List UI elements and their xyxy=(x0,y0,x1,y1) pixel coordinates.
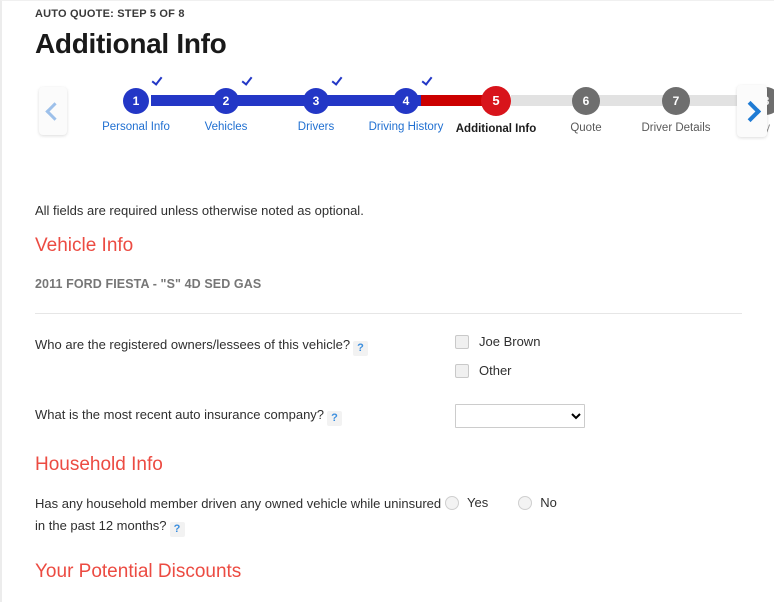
stepper-next-button[interactable] xyxy=(737,85,767,137)
quote-page: AUTO QUOTE: STEP 5 OF 8 Additional Info xyxy=(0,0,774,602)
step-label: Vehicles xyxy=(181,120,271,134)
checkbox-option[interactable]: Other xyxy=(455,363,754,378)
stepper-prev-button[interactable] xyxy=(39,87,67,135)
question-text: Who are the registered owners/lessees of… xyxy=(35,337,350,352)
question-uninsured-driving: Has any household member driven any owne… xyxy=(35,493,754,537)
question-prior-insurance-company: What is the most recent auto insurance c… xyxy=(35,404,754,428)
check-icon xyxy=(242,74,253,86)
radio-option-yes[interactable]: Yes xyxy=(445,495,488,510)
check-icon xyxy=(332,74,343,86)
stepper-step-additional-info[interactable]: 5 Additional Info xyxy=(451,82,541,136)
question-mark-icon[interactable]: ? xyxy=(353,341,368,356)
question-text: What is the most recent auto insurance c… xyxy=(35,407,324,422)
progress-stepper: 1 Personal Info 2 Vehicles 3 xyxy=(35,82,754,160)
step-number-badge: 5 xyxy=(481,86,511,116)
checkbox-input[interactable] xyxy=(455,364,469,378)
answer-group-radios: Yes No xyxy=(445,493,754,510)
step-number-badge: 3 xyxy=(303,88,329,114)
stepper-step-drivers[interactable]: 3 Drivers xyxy=(271,82,361,134)
page-content: AUTO QUOTE: STEP 5 OF 8 Additional Info xyxy=(2,1,774,602)
step-label: Quote xyxy=(541,121,631,135)
radio-input[interactable] xyxy=(518,496,532,510)
vehicle-description: 2011 FORD FIESTA - "S" 4D SED GAS xyxy=(35,277,754,291)
question-label: Who are the registered owners/lessees of… xyxy=(35,334,455,356)
stepper-step-driving-history[interactable]: 4 Driving History xyxy=(361,82,451,134)
section-heading-household-info: Household Info xyxy=(35,454,754,476)
required-fields-note: All fields are required unless otherwise… xyxy=(35,203,754,218)
section-divider xyxy=(35,313,742,314)
step-label: Driving History xyxy=(361,120,451,134)
checkbox-option[interactable]: Joe Brown xyxy=(455,334,754,349)
section-heading-discounts: Your Potential Discounts xyxy=(35,561,754,583)
step-label: Driver Details xyxy=(631,121,721,135)
radio-label: No xyxy=(540,495,557,510)
step-label: Personal Info xyxy=(91,120,181,134)
answer-group-checkboxes: Joe Brown Other xyxy=(455,334,754,392)
step-eyebrow: AUTO QUOTE: STEP 5 OF 8 xyxy=(35,1,754,20)
step-label: Drivers xyxy=(271,120,361,134)
question-registered-owners: Who are the registered owners/lessees of… xyxy=(35,334,754,392)
step-number-badge: 2 xyxy=(213,88,239,114)
answer-group-select xyxy=(455,404,754,428)
question-mark-icon[interactable]: ? xyxy=(327,411,342,426)
question-text: Has any household member driven any owne… xyxy=(35,496,441,533)
chevron-right-icon xyxy=(740,100,761,121)
radio-input[interactable] xyxy=(445,496,459,510)
stepper-step-quote[interactable]: 6 Quote xyxy=(541,82,631,135)
insurance-company-select[interactable] xyxy=(455,404,585,428)
question-mark-icon[interactable]: ? xyxy=(170,522,185,537)
checkbox-label: Other xyxy=(479,363,512,378)
stepper-step-driver-details[interactable]: 7 Driver Details xyxy=(631,82,721,135)
page-title: Additional Info xyxy=(35,28,754,60)
question-label: What is the most recent auto insurance c… xyxy=(35,404,455,426)
section-heading-vehicle-info: Vehicle Info xyxy=(35,235,754,257)
radio-option-no[interactable]: No xyxy=(518,495,557,510)
stepper-step-vehicles[interactable]: 2 Vehicles xyxy=(181,82,271,134)
stepper-step-personal-info[interactable]: 1 Personal Info xyxy=(91,82,181,134)
question-label: Has any household member driven any owne… xyxy=(35,493,445,537)
radio-label: Yes xyxy=(467,495,488,510)
step-number-badge: 6 xyxy=(572,87,600,115)
step-label: Additional Info xyxy=(451,122,541,136)
check-icon xyxy=(152,74,163,86)
step-number-badge: 7 xyxy=(662,87,690,115)
stepper-track: 1 Personal Info 2 Vehicles 3 xyxy=(101,82,754,160)
check-icon xyxy=(422,74,433,86)
checkbox-label: Joe Brown xyxy=(479,334,540,349)
step-number-badge: 4 xyxy=(393,88,419,114)
checkbox-input[interactable] xyxy=(455,335,469,349)
chevron-left-icon xyxy=(45,102,63,120)
step-number-badge: 1 xyxy=(123,88,149,114)
